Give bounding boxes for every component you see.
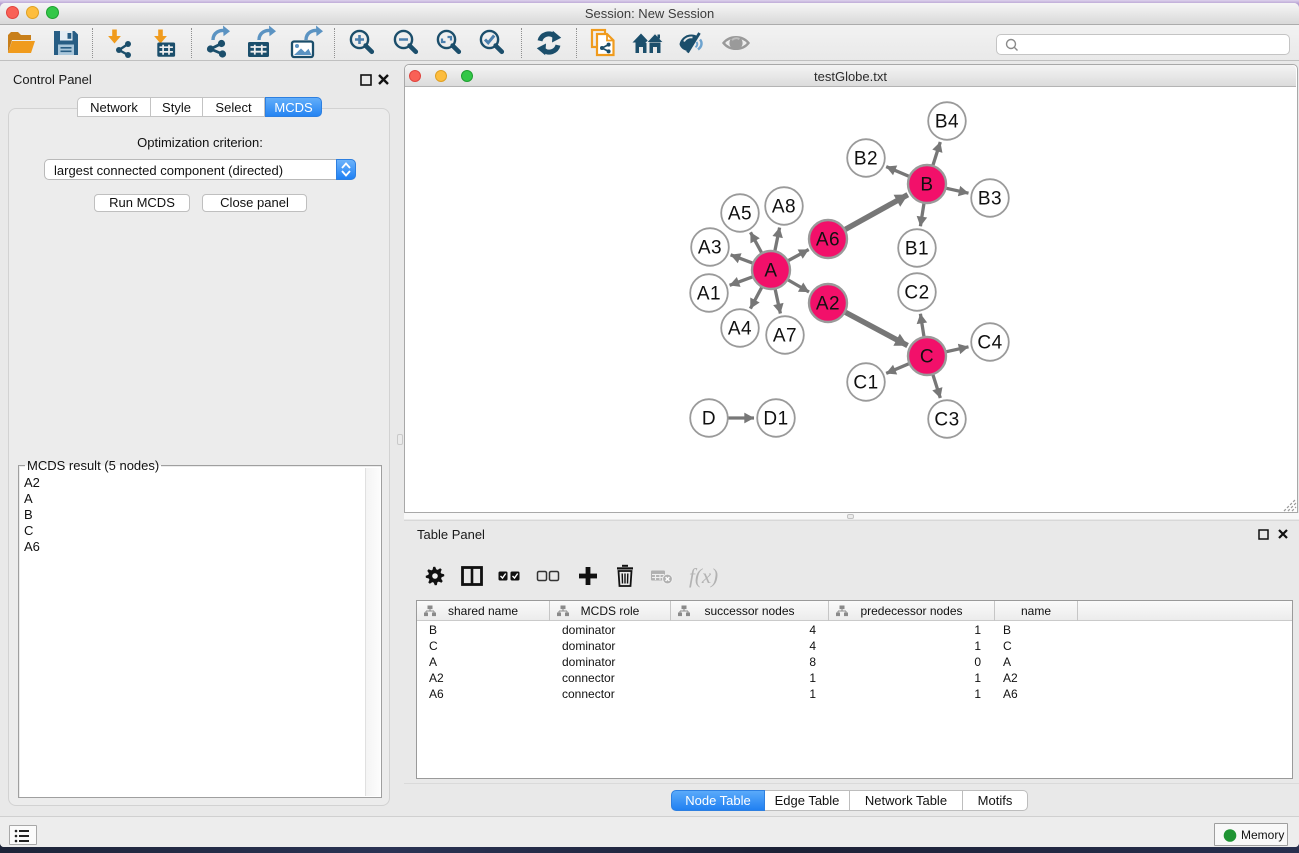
svg-text:A1: A1: [697, 284, 721, 305]
svg-text:f(x): f(x): [689, 564, 718, 588]
svg-text:B: B: [920, 175, 933, 196]
svg-text:A4: A4: [728, 319, 752, 340]
svg-text:A6: A6: [816, 230, 840, 251]
svg-text:B4: B4: [935, 112, 959, 133]
svg-text:A8: A8: [772, 197, 796, 218]
svg-text:C: C: [920, 347, 934, 368]
svg-text:A: A: [764, 261, 777, 282]
svg-text:A3: A3: [698, 238, 722, 259]
svg-text:A5: A5: [728, 204, 752, 225]
svg-text:C3: C3: [934, 410, 959, 431]
svg-text:B2: B2: [854, 149, 878, 170]
svg-text:C2: C2: [904, 283, 929, 304]
svg-text:A7: A7: [773, 326, 797, 347]
svg-text:B3: B3: [978, 189, 1002, 210]
svg-text:D1: D1: [763, 409, 788, 430]
svg-text:A2: A2: [816, 294, 840, 315]
svg-text:C1: C1: [853, 373, 878, 394]
svg-text:D: D: [702, 409, 716, 430]
svg-text:C4: C4: [977, 333, 1002, 354]
svg-text:B1: B1: [905, 239, 929, 260]
